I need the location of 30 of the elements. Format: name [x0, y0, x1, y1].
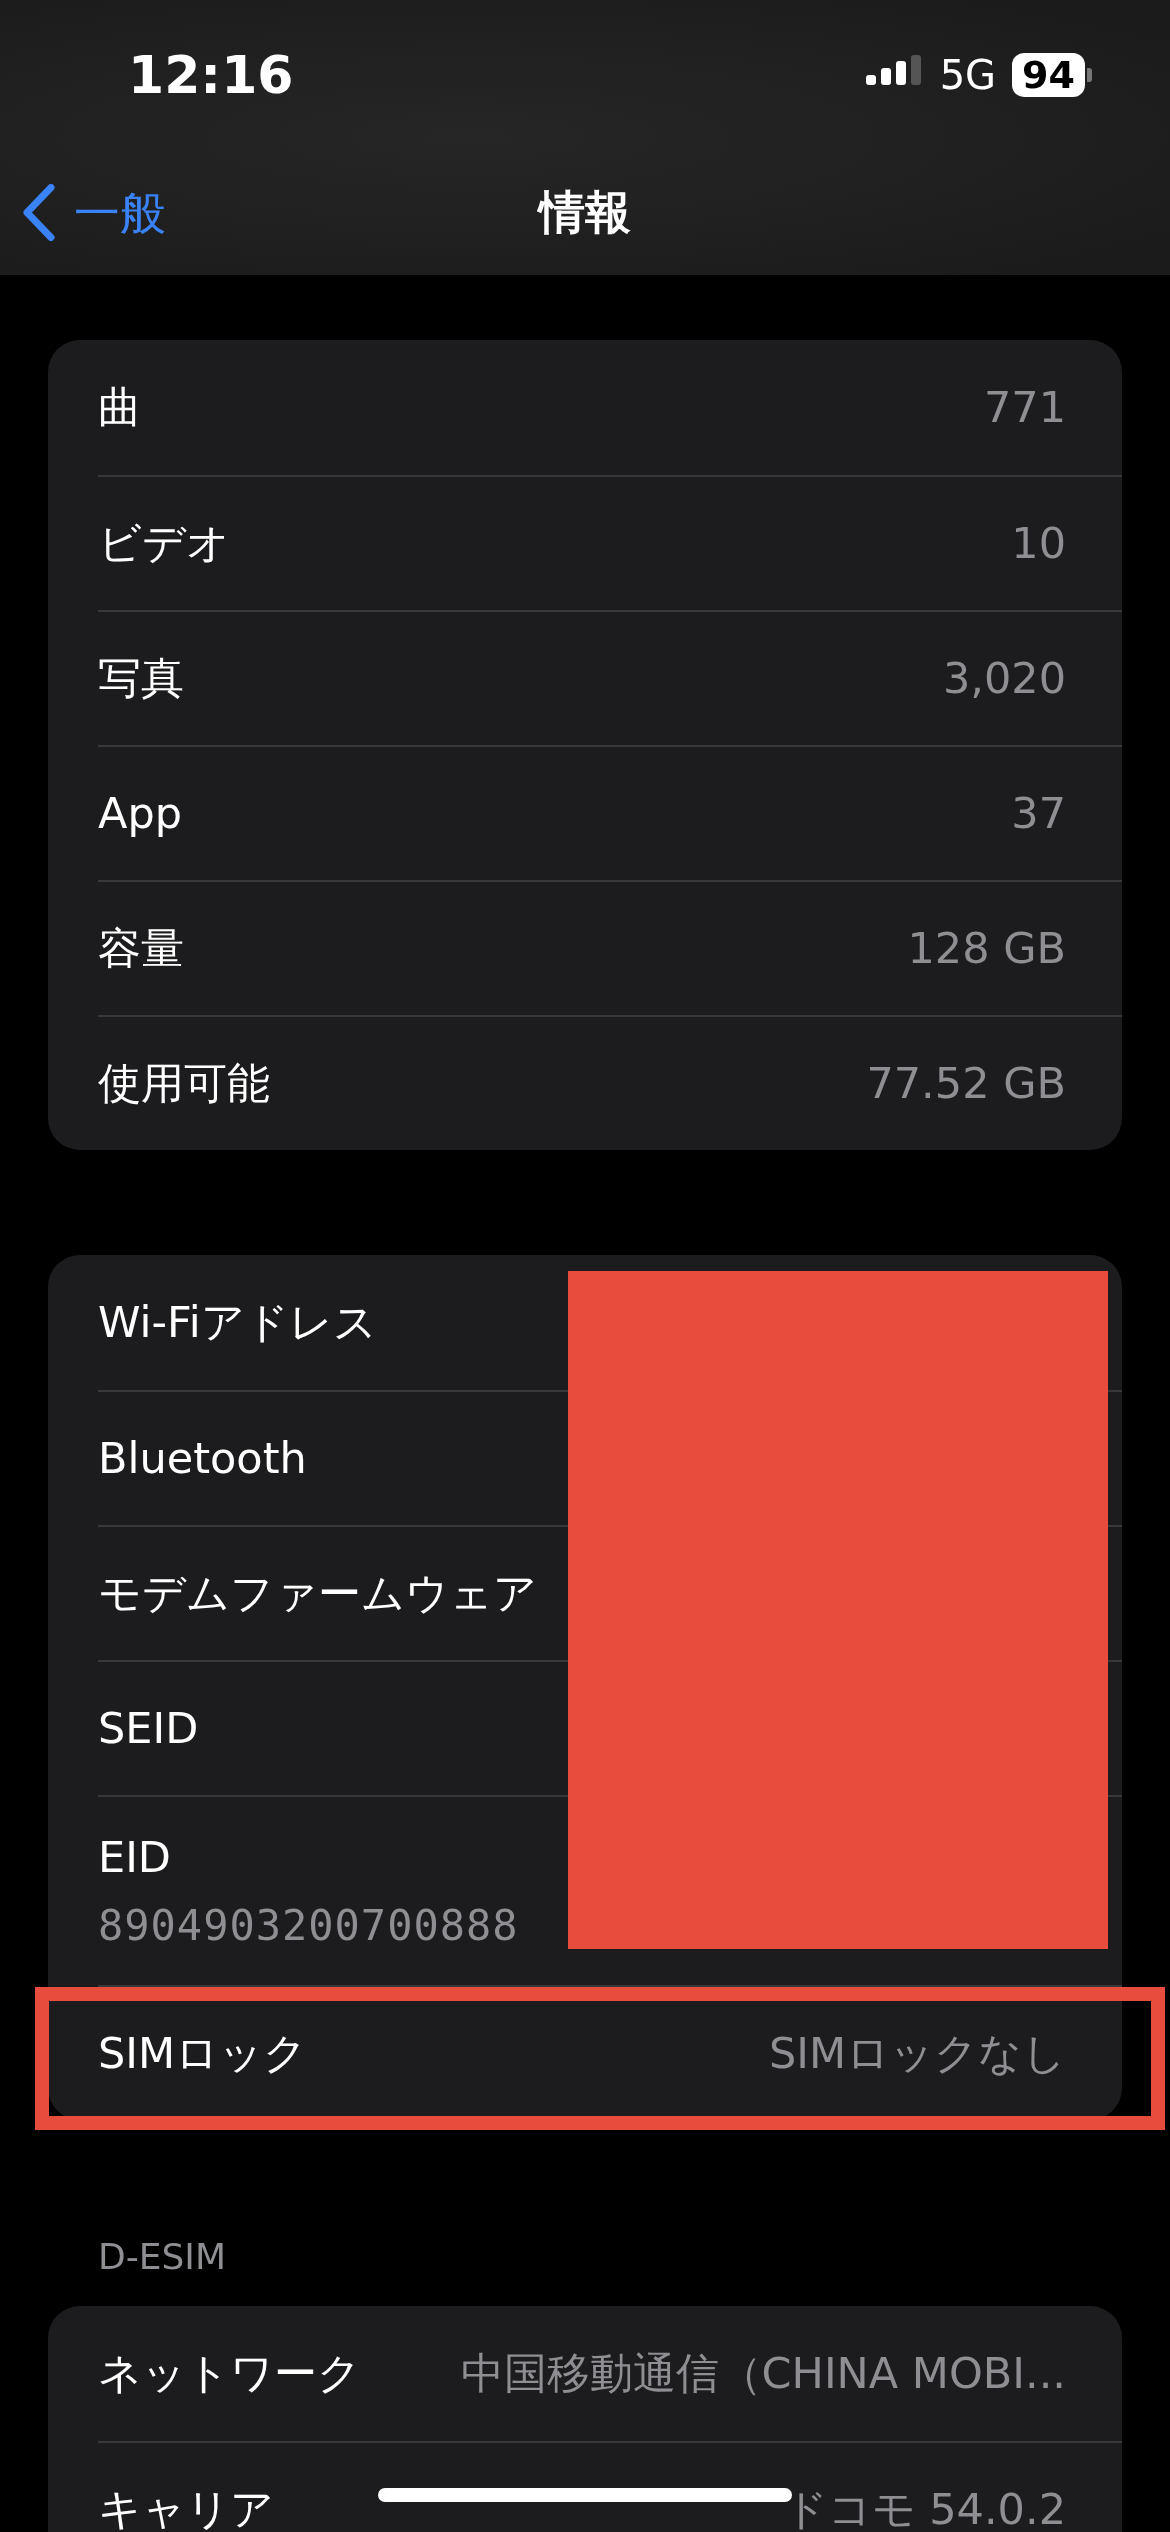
row-value: 10	[1011, 517, 1066, 571]
row-value: SIMロックなし	[768, 2027, 1066, 2081]
row-label: ネットワーク	[98, 2347, 361, 2401]
row-value: 77.52 GB	[866, 1057, 1066, 1111]
row-label: キャリア	[98, 2483, 274, 2532]
back-button[interactable]: 一般	[22, 178, 166, 247]
row-label: SIMロック	[98, 2027, 308, 2081]
row-label: 使用可能	[98, 1057, 270, 1111]
row-label: Wi-Fiアドレス	[98, 1296, 377, 1350]
row-label: 曲	[98, 381, 141, 435]
row-label: 容量	[98, 922, 184, 976]
section-header: D-ESIM	[97, 2235, 227, 2279]
row-value: 771	[983, 381, 1066, 435]
row-label: SEID	[98, 1702, 199, 1756]
row-label: App	[98, 787, 182, 841]
network-type: 5G	[939, 51, 997, 100]
status-time: 12:16	[128, 44, 294, 107]
row-label: Bluetooth	[98, 1432, 307, 1486]
row-value: 37	[1011, 787, 1066, 841]
row-value: 8904903200700888	[98, 1899, 519, 1952]
row-label: ビデオ	[98, 517, 230, 571]
row-value: 128 GB	[907, 922, 1066, 976]
page-title: 情報	[539, 184, 631, 241]
row-value: 中国移動通信（CHINA MOBI...	[460, 2347, 1066, 2401]
row-value: 3,020	[942, 652, 1066, 706]
row-label: 写真	[98, 652, 184, 706]
chevron-left-icon	[22, 183, 56, 242]
row-label: モデムファームウェア	[98, 1567, 537, 1621]
row-label: EID	[98, 1831, 171, 1885]
row-value: ドコモ 54.0.2	[783, 2483, 1066, 2532]
